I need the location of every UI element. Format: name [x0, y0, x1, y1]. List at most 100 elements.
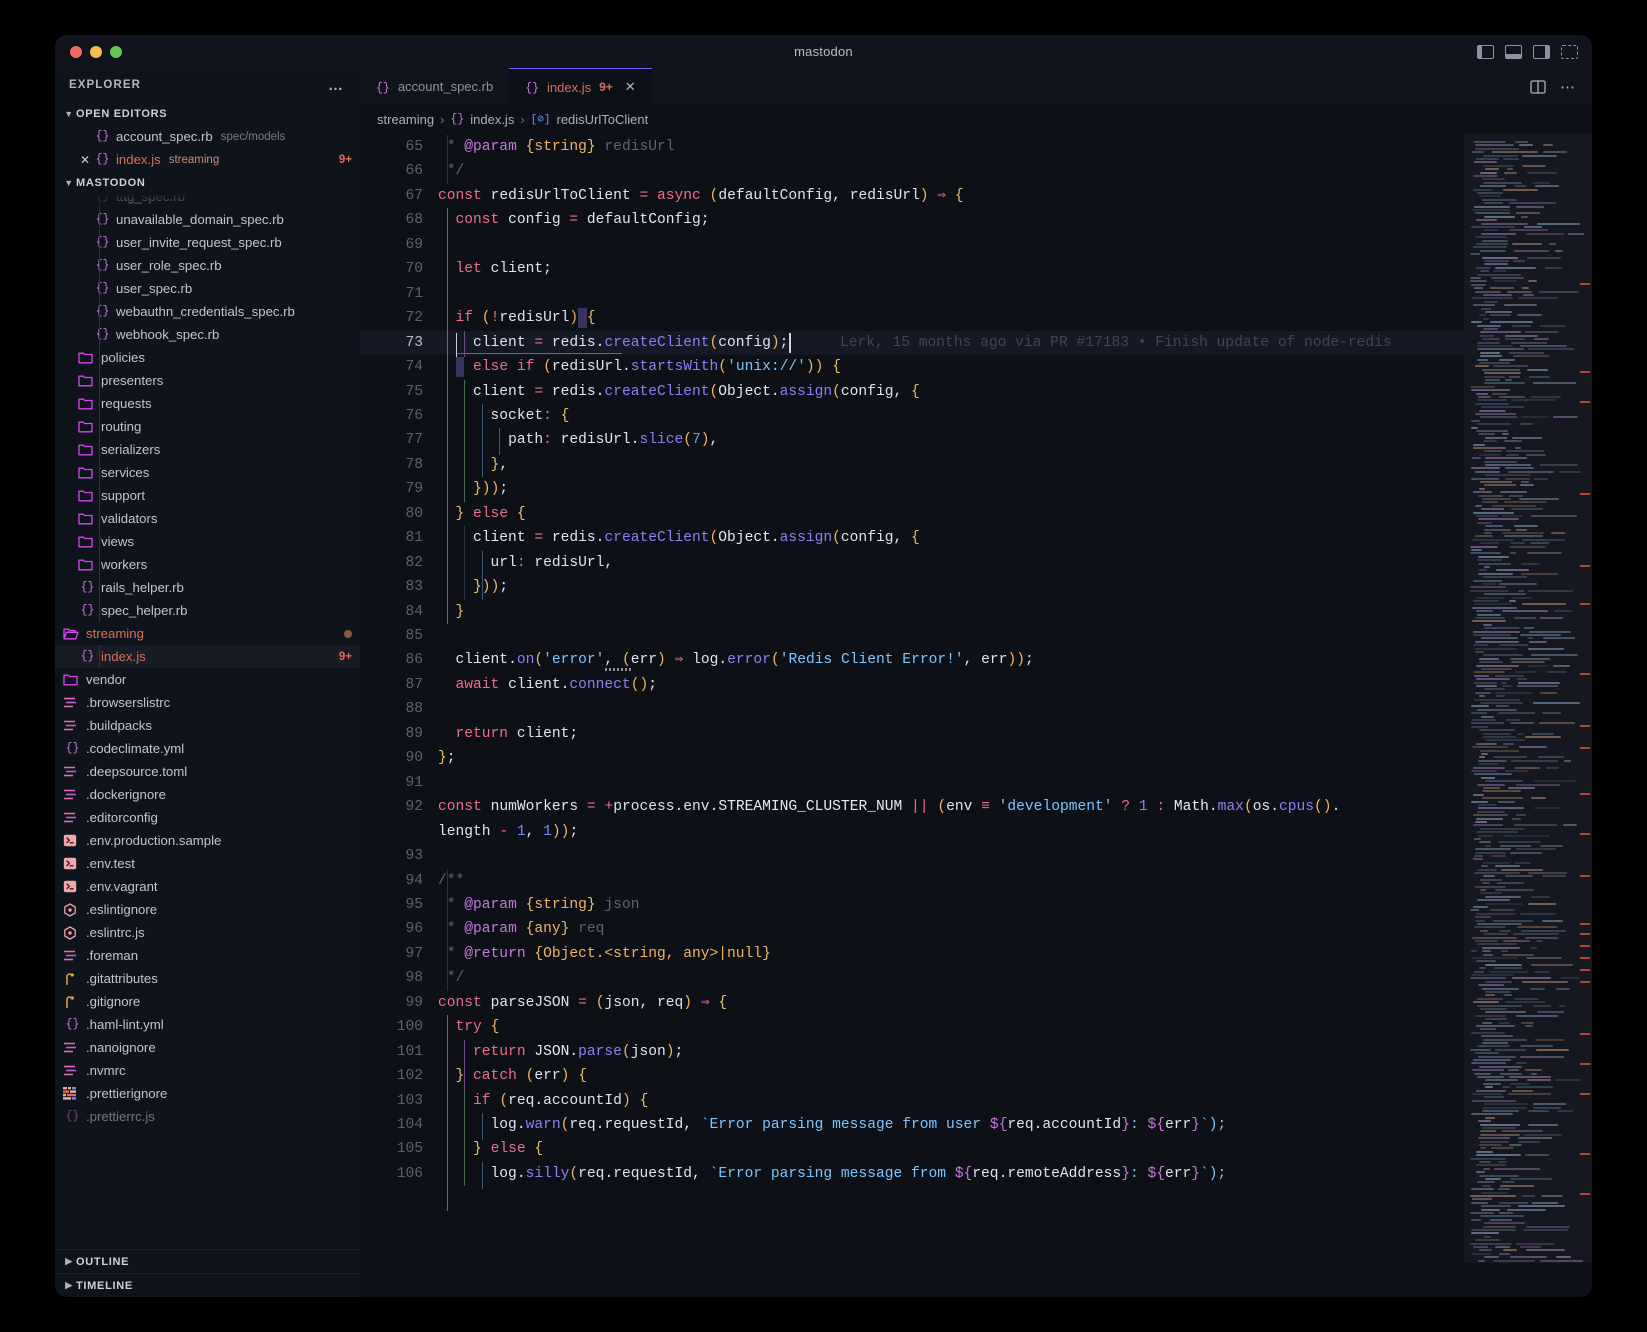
tree-file-item[interactable]: {} rails_helper.rb [55, 576, 360, 599]
code-line[interactable]: client = redis.createClient(config); [438, 331, 788, 355]
tree-folder-item[interactable]: policies [55, 346, 360, 369]
code-line[interactable]: } else { [438, 1137, 543, 1161]
tree-file-item[interactable]: .foreman [55, 944, 360, 967]
tree-file-item[interactable]: .env.production.sample [55, 829, 360, 852]
code-line[interactable]: } else { [438, 502, 526, 526]
open-editors-section-header[interactable]: ▼ OPEN EDITORS [55, 102, 360, 125]
tree-file-item[interactable]: .eslintrc.js [55, 921, 360, 944]
tree-file-item[interactable]: .env.test [55, 852, 360, 875]
tree-file-item[interactable]: .deepsource.toml [55, 760, 360, 783]
tree-file-item[interactable]: .browserslistrc [55, 691, 360, 714]
tree-file-item[interactable]: .prettierignore [55, 1082, 360, 1105]
tree-folder-item[interactable]: workers [55, 553, 360, 576]
breadcrumb[interactable]: streaming › {} index.js › [⊘] redisUrlTo… [360, 105, 1592, 133]
code-line[interactable]: /** [438, 869, 464, 893]
code-line[interactable]: })); [438, 477, 508, 501]
tree-file-item[interactable]: .eslintignore [55, 898, 360, 921]
toggle-primary-sidebar-icon[interactable] [1477, 44, 1494, 59]
code-line[interactable]: } else if (redisUrl.startsWith('unix://'… [438, 355, 841, 379]
open-editor-item[interactable]: ✕{} index.js streaming 9+ [55, 148, 360, 171]
code-line[interactable]: if (req.accountId) { [438, 1089, 648, 1113]
code-line[interactable]: }; [438, 746, 456, 770]
layout-controls[interactable] [1477, 44, 1578, 59]
tree-file-item[interactable]: .dockerignore [55, 783, 360, 806]
tree-file-item[interactable]: .nvmrc [55, 1059, 360, 1082]
project-section-header[interactable]: ▼ MASTODON [55, 171, 360, 194]
code-line[interactable]: } catch (err) { [438, 1064, 587, 1088]
code-line[interactable]: log.warn(req.requestId, `Error parsing m… [438, 1113, 1227, 1137]
code-line[interactable]: * @return {Object.<string, any>|null} [438, 942, 771, 966]
open-editor-item[interactable]: {} account_spec.rb spec/models [55, 125, 360, 148]
minimap[interactable] [1464, 133, 1592, 1297]
toggle-secondary-sidebar-icon[interactable] [1533, 44, 1550, 59]
code-editor[interactable]: 65 * @param {string} redisUrl 66 */ 67 cons… [360, 133, 1464, 1297]
editor-more-icon[interactable]: ⋯ [1560, 78, 1576, 96]
tree-file-item[interactable]: {} webauthn_credentials_spec.rb [55, 300, 360, 323]
code-line[interactable]: }, [438, 453, 509, 477]
breadcrumb-item-2[interactable]: redisUrlToClient [556, 112, 648, 127]
code-line[interactable]: let client; [438, 257, 552, 281]
tree-file-item[interactable]: .gitignore [55, 990, 360, 1013]
code-line[interactable]: log.silly(req.requestId, `Error parsing … [438, 1162, 1227, 1186]
tree-folder-item[interactable]: serializers [55, 438, 360, 461]
code-line[interactable]: * @param {any} req [438, 917, 605, 941]
code-line[interactable]: return client; [438, 722, 579, 746]
tree-file-item[interactable]: {} user_role_spec.rb [55, 254, 360, 277]
tree-file-item[interactable]: .gitattributes [55, 967, 360, 990]
code-line[interactable]: return JSON.parse(json); [438, 1040, 683, 1064]
tree-folder-item[interactable]: presenters [55, 369, 360, 392]
editor-tab[interactable]: {} account_spec.rb [360, 68, 510, 105]
tree-folder-item[interactable]: views [55, 530, 360, 553]
close-icon[interactable]: ✕ [77, 153, 93, 167]
code-line[interactable]: })); [438, 575, 508, 599]
tree-file-item[interactable]: {} .haml-lint.yml [55, 1013, 360, 1036]
editor-tab[interactable]: {} index.js 9+ ✕ [509, 68, 652, 105]
toggle-panel-icon[interactable] [1505, 44, 1522, 59]
code-line[interactable]: */ [438, 966, 465, 990]
tree-folder-item[interactable]: vendor [55, 668, 360, 691]
code-line[interactable]: path: redisUrl.slice(7), [438, 428, 718, 452]
tree-folder-item[interactable]: services [55, 461, 360, 484]
code-line[interactable]: client.on('error', (err) ⇒ log.error('Re… [438, 648, 1034, 672]
breadcrumb-item-0[interactable]: streaming [377, 112, 434, 127]
tree-file-item[interactable]: {} .codeclimate.yml [55, 737, 360, 760]
explorer-more-icon[interactable]: … [328, 77, 344, 94]
tree-folder-item[interactable]: validators [55, 507, 360, 530]
tree-file-item[interactable]: {} webhook_spec.rb [55, 323, 360, 346]
code-line[interactable]: const numWorkers = +process.env.STREAMIN… [438, 795, 1340, 819]
close-icon[interactable]: ✕ [625, 79, 636, 95]
customize-layout-icon[interactable] [1561, 44, 1578, 59]
tree-folder-item[interactable]: support [55, 484, 360, 507]
code-line[interactable]: client = redis.createClient(Object.assig… [438, 526, 920, 550]
code-line[interactable]: if (!redisUrl) { [438, 306, 596, 330]
split-editor-icon[interactable] [1530, 79, 1546, 94]
tree-file-item[interactable]: {} user_spec.rb [55, 277, 360, 300]
tree-folder-item[interactable]: streaming [55, 622, 360, 645]
code-line[interactable]: * @param {string} redisUrl [438, 135, 675, 159]
tree-folder-item[interactable]: requests [55, 392, 360, 415]
minimap-slider[interactable] [1464, 133, 1592, 1263]
tree-file-item[interactable]: .env.vagrant [55, 875, 360, 898]
tree-file-item[interactable]: {} user_invite_request_spec.rb [55, 231, 360, 254]
code-line[interactable]: */ [438, 159, 465, 183]
code-line[interactable]: client = redis.createClient(Object.assig… [438, 380, 920, 404]
breadcrumb-item-1[interactable]: index.js [470, 112, 514, 127]
tree-file-item[interactable]: {} unavailable_domain_spec.rb [55, 208, 360, 231]
tree-file-item[interactable]: {} .prettierrc.js [55, 1105, 360, 1128]
outline-section-header[interactable]: ▶ OUTLINE [55, 1249, 360, 1273]
tree-file-item[interactable]: .nanoignore [55, 1036, 360, 1059]
code-line[interactable]: * @param {string} json [438, 893, 640, 917]
tree-file-item[interactable]: {} index.js 9+ [55, 645, 360, 668]
code-line[interactable]: await client.connect(); [438, 673, 657, 697]
tree-file-item[interactable]: {} spec_helper.rb [55, 599, 360, 622]
editor-actions[interactable]: ⋯ [1530, 68, 1592, 105]
file-tree[interactable]: {}tag_spec.rb{}unavailable_domain_spec.r… [55, 194, 360, 1249]
code-line[interactable]: const parseJSON = (json, req) ⇒ { [438, 991, 727, 1015]
code-line[interactable]: } [438, 600, 465, 624]
code-line[interactable]: const redisUrlToClient = async (defaultC… [438, 184, 964, 208]
tree-folder-item[interactable]: routing [55, 415, 360, 438]
timeline-section-header[interactable]: ▶ TIMELINE [55, 1273, 360, 1297]
code-line-wrapped[interactable]: length - 1, 1)); [438, 820, 578, 844]
code-line[interactable]: const config = defaultConfig; [438, 208, 710, 232]
tree-file-item[interactable]: .editorconfig [55, 806, 360, 829]
